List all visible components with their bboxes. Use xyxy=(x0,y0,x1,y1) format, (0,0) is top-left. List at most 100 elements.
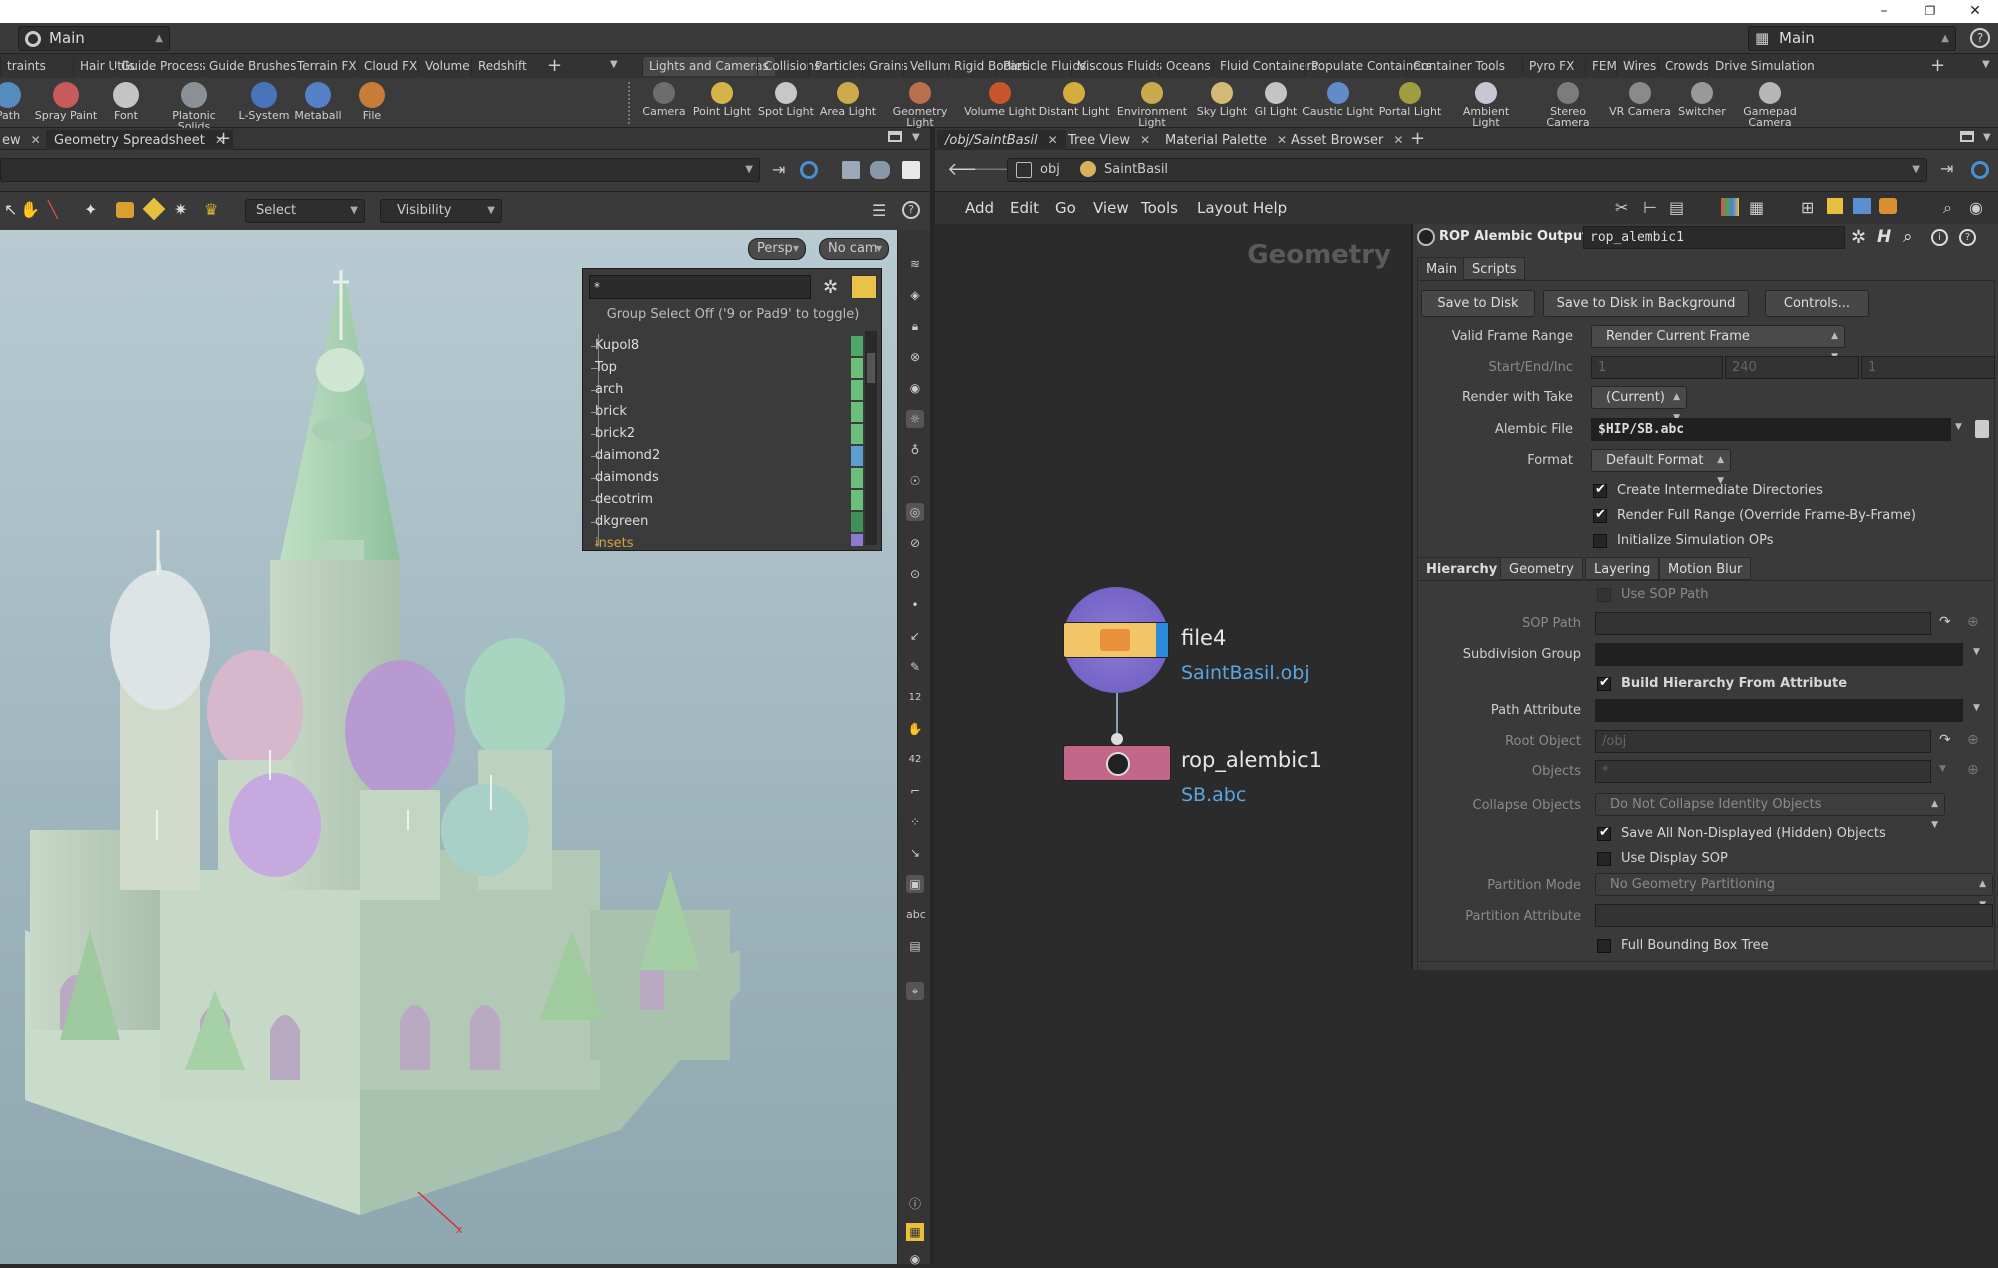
save-hidden-objects-checkbox[interactable]: Save All Non-Displayed (Hidden) Objects xyxy=(1597,825,1886,842)
save-to-disk-button[interactable]: Save to Disk xyxy=(1421,290,1535,317)
point-numbers-icon[interactable]: 12 xyxy=(906,689,924,707)
menu-item[interactable]: Add xyxy=(965,199,994,217)
group-filter-input[interactable]: * xyxy=(589,275,811,299)
group-color-swatch[interactable] xyxy=(851,402,863,422)
brush-icon[interactable]: ✋ xyxy=(906,720,924,738)
tab-scripts[interactable]: Scripts xyxy=(1463,257,1526,280)
group-color-swatch[interactable] xyxy=(851,534,863,546)
shelf-tool[interactable]: Ambient Light xyxy=(1450,80,1522,128)
jump-icon[interactable]: ↷ xyxy=(1939,732,1951,748)
tab-main[interactable]: Main xyxy=(1417,257,1467,280)
build-hierarchy-checkbox[interactable]: Build Hierarchy From Attribute xyxy=(1597,675,1847,692)
eye-icon[interactable]: ◉ xyxy=(1969,198,1983,217)
group-item[interactable]: Kupol8 xyxy=(590,335,639,357)
add-tab-icon[interactable]: + xyxy=(216,128,231,149)
normal-icon[interactable]: ↙ xyxy=(906,627,924,645)
subdivision-group-field[interactable] xyxy=(1595,643,1963,666)
menu-item[interactable]: Layout xyxy=(1197,199,1248,217)
light-icon[interactable]: ♁ xyxy=(906,441,924,459)
no-cam-menu[interactable]: No cam ▼ xyxy=(819,238,889,260)
add-shelf-icon-right[interactable]: + xyxy=(1930,55,1945,76)
path-obj[interactable]: obj xyxy=(1040,159,1060,181)
shelf-menu-icon[interactable]: ▼ xyxy=(610,59,618,70)
add-shelf-icon[interactable]: + xyxy=(547,55,562,76)
group-item[interactable]: Top xyxy=(591,357,617,379)
text-icon[interactable]: abc xyxy=(906,906,926,924)
grid-icon[interactable]: ▦ xyxy=(906,1223,924,1241)
camera-icon[interactable]: ◎ xyxy=(906,503,924,521)
file-dropdown-icon[interactable]: ▼ xyxy=(1955,422,1962,432)
shelf-tool[interactable]: Platonic Solids xyxy=(158,80,230,132)
pane-menu-icon[interactable]: ▼ xyxy=(912,132,920,143)
menu-item[interactable]: Edit xyxy=(1010,199,1039,217)
viewport-path-field[interactable]: ▼ xyxy=(0,158,760,182)
rop-alembic-node[interactable] xyxy=(1063,745,1171,781)
shelf-tab[interactable]: Guide Process xyxy=(114,57,212,76)
headlight-icon[interactable]: ☉ xyxy=(906,472,924,490)
shelf-tool[interactable]: Stereo Camera xyxy=(1532,80,1604,128)
group-highlight-icon[interactable] xyxy=(851,275,877,299)
rop-node-name[interactable]: rop_alembic1 xyxy=(1181,748,1322,772)
info-icon[interactable]: i xyxy=(1931,229,1948,246)
handle-icon[interactable]: ✋ xyxy=(20,200,40,219)
network-editor-lower[interactable] xyxy=(1411,970,1998,1264)
pin-icon[interactable]: ⇥ xyxy=(772,160,785,179)
eye-icon[interactable]: ◉ xyxy=(906,1250,924,1268)
snap-off-icon[interactable]: ⊗ xyxy=(906,348,924,366)
template-icon[interactable]: ⊙ xyxy=(906,565,924,583)
tab-geometry[interactable]: Geometry xyxy=(1500,557,1583,580)
group-color-swatch[interactable] xyxy=(851,490,863,510)
group-item[interactable]: daimonds xyxy=(591,467,659,489)
help-icon[interactable]: ? xyxy=(1959,229,1976,246)
shelf-tool[interactable]: Volume Light xyxy=(964,80,1036,126)
shelf-tab[interactable]: Viscous Fluids xyxy=(1071,57,1168,76)
prim-numbers-icon[interactable]: 42 xyxy=(906,751,924,769)
full-bounding-box-checkbox[interactable]: Full Bounding Box Tree xyxy=(1597,938,1769,954)
shelf-menu-icon-right[interactable]: ▼ xyxy=(1982,59,1990,70)
help-icon[interactable]: ? xyxy=(902,201,920,219)
visibility-menu[interactable]: Visibility ▼ xyxy=(380,199,502,223)
desktop-selector[interactable]: Main ▲▼ xyxy=(18,26,170,67)
shelf-tab[interactable]: Cloud FX xyxy=(357,57,423,76)
snap-icon[interactable] xyxy=(142,197,166,221)
info-icon[interactable]: ⓘ xyxy=(906,1195,924,1213)
shelf-tab[interactable]: Oceans xyxy=(1159,57,1217,76)
image-icon[interactable]: ▤ xyxy=(906,937,924,955)
shelf-tab[interactable]: Terrain FX xyxy=(290,57,363,76)
collapse-objects-menu[interactable]: Do Not Collapse Identity Objects ▲ ▼ xyxy=(1595,793,1945,830)
pane-menu-icon[interactable]: ▼ xyxy=(1983,132,1991,143)
group-item[interactable]: dkgreen xyxy=(590,511,648,533)
sticky-note-icon[interactable] xyxy=(1827,198,1843,214)
end-frame-field[interactable]: 240 xyxy=(1725,356,1859,379)
point-icon[interactable]: • xyxy=(906,596,924,614)
tab-motion-blur[interactable]: Motion Blur xyxy=(1659,557,1752,580)
menu-item[interactable]: Go xyxy=(1055,199,1076,217)
shelf-tool[interactable]: Font xyxy=(90,80,162,126)
toolbar-options-icon[interactable]: ☰ xyxy=(872,201,886,220)
tools-icon[interactable]: ✂ xyxy=(1615,198,1628,217)
partition-mode-menu[interactable]: No Geometry Partitioning▲▼ xyxy=(1595,873,1993,910)
shelf-tool[interactable]: Distant Light xyxy=(1038,80,1110,126)
pin-icon[interactable]: ⇥ xyxy=(1940,159,1953,178)
group-item[interactable]: insets xyxy=(595,533,634,547)
pen-icon[interactable]: ✎ xyxy=(906,658,924,676)
tab-layering[interactable]: Layering xyxy=(1585,557,1660,580)
tree-icon[interactable]: ⊢ xyxy=(1643,198,1657,217)
group-color-swatch[interactable] xyxy=(851,446,863,466)
shelf-tab[interactable]: Pyro FX xyxy=(1522,57,1580,76)
format-menu[interactable]: Default Format ▲ ▼ xyxy=(1591,449,1731,486)
shelf-tool[interactable]: Environment Light xyxy=(1116,80,1188,128)
display-box-icon[interactable]: ▣ xyxy=(906,875,924,893)
tab-asset-browser[interactable]: Asset Browser ✕ xyxy=(1283,130,1411,150)
add-tab-icon[interactable]: + xyxy=(1410,128,1425,149)
root-object-field[interactable]: /obj xyxy=(1595,730,1931,753)
initialize-simulation-checkbox[interactable]: Initialize Simulation OPs xyxy=(1593,533,1774,549)
controls-button[interactable]: Controls... xyxy=(1765,290,1869,317)
dropdown-icon[interactable]: ▼ xyxy=(1973,647,1980,657)
sop-path-field[interactable] xyxy=(1595,612,1931,635)
shelf-tab[interactable]: Guide Brushes xyxy=(202,57,302,76)
close-button[interactable]: ✕ xyxy=(1952,0,1998,23)
restore-button[interactable]: ❐ xyxy=(1907,0,1953,23)
target-icon[interactable] xyxy=(1971,161,1989,179)
lock-icon[interactable]: 🔒︎ xyxy=(906,317,924,335)
